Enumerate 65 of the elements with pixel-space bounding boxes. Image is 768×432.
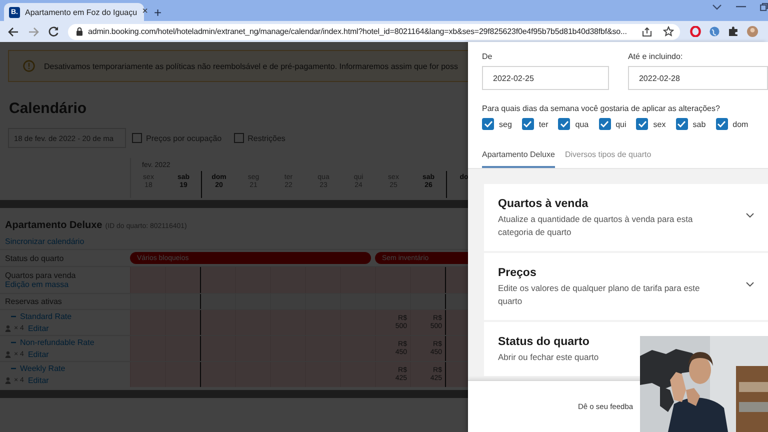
card-title: Quartos à venda bbox=[498, 198, 590, 210]
card-title: Preços bbox=[498, 267, 538, 279]
rate-name-link[interactable]: Standard Rate bbox=[20, 312, 72, 321]
checkbox[interactable] bbox=[132, 133, 142, 143]
rate-name-link[interactable]: Weekly Rate bbox=[20, 364, 66, 373]
info-icon bbox=[23, 60, 35, 72]
person-icon bbox=[5, 377, 11, 384]
edit-link[interactable]: Editar bbox=[28, 376, 49, 385]
person-icon bbox=[5, 325, 11, 332]
back-icon[interactable] bbox=[8, 26, 19, 36]
date-field[interactable]: 2022-02-25 bbox=[482, 66, 609, 90]
field-label: Até e incluindo: bbox=[628, 52, 684, 61]
url-text: admin.booking.com/hotel/hoteladmin/extranet_ng/manage/calendar/index.html?hotel_id=8021164&lang=xb&ses=29f825623f0e4f95b7b5d81b40d38fbf&so... bbox=[88, 27, 628, 36]
checkbox-label: sab bbox=[692, 120, 706, 128]
tab-title: Apartamento em Foz do Iguaçu bbox=[25, 8, 138, 16]
edit-link[interactable]: Editar bbox=[28, 350, 49, 359]
accordion-card[interactable]: Preços Edite os valores de qualquer plano de tarifa para este quarto bbox=[484, 253, 768, 320]
bulk-edit-link[interactable]: Edição em massa bbox=[5, 280, 130, 289]
checkbox[interactable] bbox=[716, 118, 728, 130]
date-field[interactable]: 2022-02-28 bbox=[628, 66, 768, 90]
field-label: De bbox=[482, 52, 494, 61]
edit-link[interactable]: Editar bbox=[28, 324, 49, 333]
checkbox-label: ter bbox=[538, 120, 548, 128]
checkbox[interactable] bbox=[598, 118, 611, 130]
address-bar[interactable]: admin.booking.com/hotel/hoteladmin/extranet_ng/manage/calendar/index.html?hotel_id=8021164&lang=xb&ses=29f825623f0e4f95b7b5d81b40d38fbf&so... bbox=[68, 24, 680, 40]
checkbox-label: qua bbox=[575, 120, 589, 128]
tab[interactable]: Diversos tipos de quarto bbox=[564, 150, 652, 168]
close-tab-button[interactable]: × bbox=[142, 7, 148, 17]
share-icon[interactable] bbox=[642, 26, 652, 36]
notice-text: Desativamos temporariamente as políticas não reembolsável e de pré-pagamento. Informaremos assim que for poss bbox=[44, 62, 458, 70]
card-description: Atualize a quantidade de quartos à venda para esta categoria de quarto bbox=[498, 213, 694, 239]
checkbox[interactable] bbox=[558, 118, 570, 130]
new-tab-button[interactable]: + bbox=[154, 6, 162, 19]
scrollbar[interactable] bbox=[0, 200, 468, 208]
accordion-card[interactable]: Quartos à venda Atualize a quantidade de quartos à venda para esta categoria de quarto bbox=[484, 184, 768, 251]
checkbox-label: qui bbox=[616, 120, 626, 128]
checkbox-label: dom bbox=[732, 120, 748, 128]
chevron-down-icon[interactable] bbox=[746, 213, 754, 218]
restore-icon[interactable] bbox=[760, 2, 768, 10]
weekdays-question: Para quais dias da semana você gostaria de aplicar as alterações? bbox=[482, 104, 721, 113]
puzzle-icon[interactable] bbox=[728, 26, 739, 37]
opera-icon[interactable] bbox=[690, 26, 701, 37]
card-description: Edite os valores de qualquer plano de tarifa para este quarto bbox=[498, 282, 701, 308]
person-icon bbox=[5, 351, 11, 358]
card-description: Abrir ou fechar este quarto bbox=[498, 351, 600, 364]
page-title: Calendário bbox=[9, 100, 88, 118]
reload-icon[interactable] bbox=[48, 26, 59, 37]
checkbox[interactable] bbox=[234, 133, 244, 143]
scrollbar[interactable] bbox=[0, 390, 468, 398]
checkbox-label: sex bbox=[653, 120, 666, 128]
checkbox[interactable] bbox=[482, 118, 494, 130]
minimize-icon[interactable] bbox=[736, 6, 746, 8]
sync-calendar-link[interactable]: Sincronizar calendário bbox=[5, 237, 84, 246]
room-name: Apartamento Deluxe bbox=[5, 220, 102, 231]
checkbox[interactable] bbox=[522, 118, 534, 130]
checkbox-label: seg bbox=[499, 120, 512, 128]
chevron-down-icon[interactable] bbox=[746, 282, 754, 287]
lock-icon bbox=[76, 27, 83, 36]
rate-name-link[interactable]: Non-refundable Rate bbox=[20, 338, 94, 347]
checkbox[interactable] bbox=[676, 118, 688, 130]
globe-icon[interactable] bbox=[709, 26, 720, 37]
star-icon[interactable] bbox=[663, 26, 674, 37]
checkbox[interactable] bbox=[636, 118, 648, 130]
card-title: Status do quarto bbox=[498, 336, 590, 348]
chevron-down-icon[interactable] bbox=[712, 4, 722, 10]
